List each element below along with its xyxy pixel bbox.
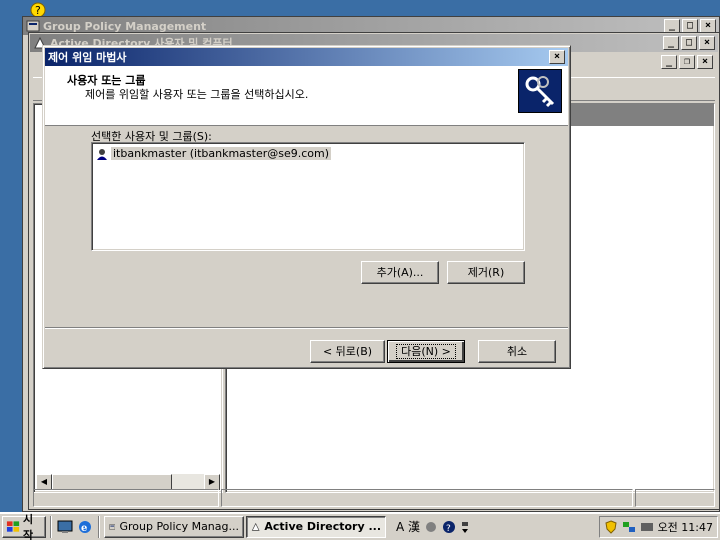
taskbar-separator <box>98 515 100 538</box>
wizard-header-panel: 사용자 또는 그룹 제어를 위임할 사용자 또는 그룹을 선택하십시오. <box>45 66 568 126</box>
taskbar-separator <box>50 515 52 538</box>
ad-close-button[interactable]: × <box>699 36 715 50</box>
wizard-close-button[interactable]: × <box>549 50 565 64</box>
ad-minimize-button[interactable]: _ <box>663 36 679 50</box>
delegation-wizard-dialog: 제어 위임 마법사 × 사용자 또는 그룹 제어를 위임할 사용자 또는 그룹을… <box>42 45 571 369</box>
list-item[interactable]: itbankmaster (itbankmaster@se9.com) <box>96 147 332 160</box>
network-icon[interactable] <box>622 520 636 534</box>
system-tray: 오전 11:47 <box>598 515 718 538</box>
clock[interactable]: 오전 11:47 <box>658 519 713 535</box>
gpm-app-icon <box>26 20 40 32</box>
ad-child-minimize-button[interactable]: _ <box>661 55 677 69</box>
gpm-minimize-button[interactable]: _ <box>664 19 680 33</box>
wizard-title: 제어 위임 마법사 <box>48 51 127 64</box>
remove-button[interactable]: 제거(R) <box>447 261 525 284</box>
keys-icon <box>518 69 562 113</box>
svg-text:e: e <box>81 523 87 534</box>
security-shield-icon[interactable] <box>604 519 618 534</box>
scroll-left-icon[interactable]: ◀ <box>36 474 52 490</box>
task-gpm-button[interactable]: Group Policy Manag... <box>104 515 244 538</box>
status-panel-3 <box>635 489 715 507</box>
gpm-maximize-button[interactable]: □ <box>682 19 698 33</box>
ad-statusbar <box>33 489 715 507</box>
ime-toolbar[interactable]: A 漢 ? <box>396 518 470 535</box>
help-circle-icon[interactable]: ? <box>442 520 456 534</box>
ime-options-icon[interactable] <box>460 520 470 534</box>
status-panel-1 <box>33 489 219 507</box>
task-gpm-label: Group Policy Manag... <box>119 520 239 533</box>
volume-icon[interactable] <box>640 520 654 534</box>
list-item-label: itbankmaster (itbankmaster@se9.com) <box>111 147 332 160</box>
scroll-thumb[interactable] <box>52 474 172 490</box>
selected-users-list[interactable]: itbankmaster (itbankmaster@se9.com) <box>91 142 525 251</box>
ad-icon <box>251 522 260 531</box>
next-button[interactable]: 다음(N) > <box>387 340 465 363</box>
status-panel-2 <box>221 489 633 507</box>
user-icon <box>97 148 107 160</box>
scroll-right-icon[interactable]: ▶ <box>204 474 220 490</box>
gpm-title: Group Policy Management <box>43 19 207 33</box>
add-button[interactable]: 추가(A)... <box>361 261 439 284</box>
next-button-label: 다음(N) > <box>396 344 456 359</box>
taskbar: 시작 e Group Policy Manag... Active Direct… <box>0 512 720 540</box>
start-label: 시작 <box>23 512 34 540</box>
ime-tool-icon[interactable] <box>424 520 438 534</box>
quicklaunch-ie-icon[interactable]: e <box>76 518 94 536</box>
task-ad-label: Active Directory ... <box>264 520 381 533</box>
wizard-footer-divider <box>45 327 568 329</box>
quicklaunch-desktop-icon[interactable] <box>56 518 74 536</box>
ad-maximize-button[interactable]: □ <box>681 36 697 50</box>
back-button[interactable]: < 뒤로(B) <box>310 340 385 363</box>
wizard-titlebar[interactable]: 제어 위임 마법사 × <box>45 48 568 66</box>
ad-child-restore-button[interactable]: ❐ <box>679 55 695 69</box>
wizard-header-subtitle: 제어를 위임할 사용자 또는 그룹을 선택하십시오. <box>85 88 309 101</box>
cancel-button[interactable]: 취소 <box>478 340 556 363</box>
ad-child-close-button[interactable]: × <box>697 55 713 69</box>
gpm-close-button[interactable]: × <box>700 19 716 33</box>
tree-horizontal-scrollbar[interactable]: ◀ ▶ <box>36 474 220 490</box>
task-ad-button[interactable]: Active Directory ... <box>246 515 386 538</box>
gpm-icon <box>109 523 116 530</box>
svg-text:?: ? <box>446 524 451 534</box>
start-button[interactable]: 시작 <box>2 513 46 540</box>
ime-mode[interactable]: A 漢 <box>396 518 420 535</box>
windows-logo-icon <box>6 520 20 532</box>
